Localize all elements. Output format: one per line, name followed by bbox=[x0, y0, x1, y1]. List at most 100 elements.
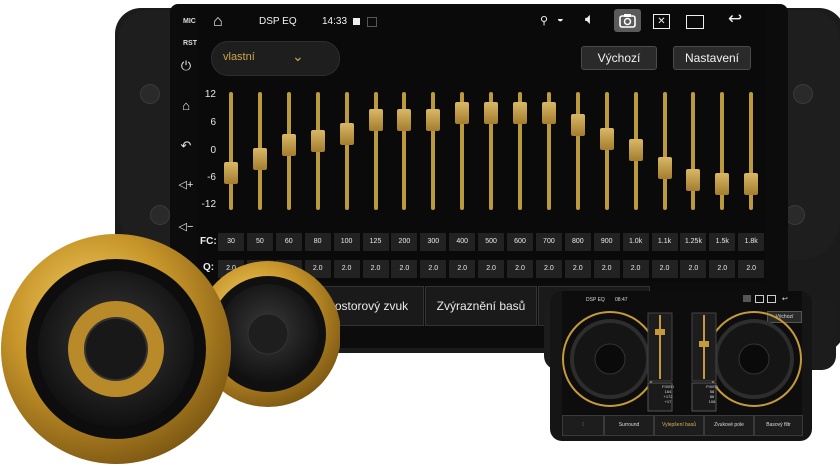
eq-slider-track[interactable] bbox=[604, 92, 609, 210]
q-cell[interactable]: 2.0 bbox=[478, 260, 505, 278]
preset-value: vlastní bbox=[223, 51, 255, 63]
eq-slider-handle[interactable] bbox=[224, 161, 238, 184]
fc-cell[interactable]: 600 bbox=[507, 233, 533, 251]
back-icon[interactable]: ↶ bbox=[175, 138, 197, 154]
q-cell[interactable]: 2.0 bbox=[680, 260, 707, 278]
speaker-large bbox=[1, 234, 231, 464]
frame-knob bbox=[150, 205, 170, 225]
fc-cell[interactable]: 400 bbox=[449, 233, 476, 251]
home-icon[interactable]: ⌂ bbox=[175, 98, 197, 113]
q-cell[interactable]: 2.0 bbox=[738, 260, 765, 278]
mini-tab-bass-filter[interactable]: Basový filtr bbox=[754, 415, 803, 436]
mini-title: DSP EQ bbox=[586, 297, 605, 303]
fc-cell[interactable]: 1.5k bbox=[709, 233, 736, 251]
fc-cell[interactable]: 800 bbox=[564, 233, 591, 251]
window-icon[interactable] bbox=[686, 15, 704, 29]
mini-device-screen: DSP EQ 08:47 ↩ Výchozí FIXED 164 +172 +17 F… bbox=[562, 291, 803, 436]
eq-slider-track[interactable] bbox=[662, 92, 667, 210]
y-tick-label: -12 bbox=[201, 199, 216, 210]
eq-slider-track[interactable] bbox=[691, 92, 696, 210]
clock: 14:33 bbox=[322, 16, 348, 27]
q-cell[interactable]: 2.0 bbox=[709, 260, 736, 278]
mini-bass-graphic bbox=[562, 311, 802, 412]
mini-right-panel: FIXED 58 86 108 bbox=[706, 384, 718, 404]
eq-slider-handle[interactable] bbox=[368, 109, 383, 132]
y-tick-label: 0 bbox=[210, 145, 216, 156]
q-cell[interactable]: 2.0 bbox=[507, 260, 533, 278]
q-cell[interactable]: 2.0 bbox=[449, 260, 476, 278]
notification-icon bbox=[367, 17, 377, 27]
fc-cell[interactable]: 900 bbox=[593, 233, 620, 251]
q-cell[interactable]: 2.0 bbox=[593, 260, 620, 278]
settings-button[interactable]: Nastavení bbox=[673, 46, 751, 70]
mic-label: MIC bbox=[183, 18, 196, 25]
rst-label: RST bbox=[183, 40, 197, 47]
power-icon[interactable]: ⏻ bbox=[175, 58, 197, 74]
window-icon bbox=[767, 295, 776, 303]
eq-slider-handle[interactable] bbox=[426, 109, 441, 132]
speakers-illustration bbox=[1, 234, 340, 464]
camera-button[interactable] bbox=[614, 9, 641, 32]
eq-slider-track[interactable] bbox=[344, 92, 349, 210]
fc-cell[interactable]: 125 bbox=[362, 233, 389, 251]
eq-slider-handle[interactable] bbox=[715, 173, 730, 196]
eq-slider-handle[interactable] bbox=[744, 173, 759, 196]
preset-dropdown[interactable]: vlastní ⌄ bbox=[211, 41, 340, 76]
mini-tab-surround[interactable]: Surround bbox=[604, 415, 654, 436]
fc-cell[interactable]: 500 bbox=[478, 233, 505, 251]
mini-tab-sound-field[interactable]: Zvukové pole bbox=[704, 415, 754, 436]
q-cell[interactable]: 2.0 bbox=[420, 260, 447, 278]
eq-slider-handle[interactable] bbox=[657, 157, 672, 180]
fc-cell[interactable]: 700 bbox=[535, 233, 562, 251]
mini-clock: 08:47 bbox=[615, 297, 628, 303]
eq-slider-handle[interactable] bbox=[281, 134, 296, 157]
eq-slider-handle[interactable] bbox=[310, 129, 325, 152]
close-window-icon[interactable]: ✕ bbox=[653, 14, 670, 29]
eq-slider-handle[interactable] bbox=[397, 109, 412, 132]
eq-slider-handle[interactable] bbox=[455, 102, 470, 125]
back-icon[interactable]: ↩ bbox=[728, 9, 742, 29]
eq-slider-handle[interactable] bbox=[252, 148, 267, 171]
frame-knob bbox=[140, 84, 160, 104]
q-cell[interactable]: 2.0 bbox=[651, 260, 678, 278]
location-icon: ⚲ bbox=[540, 15, 549, 27]
fc-cell[interactable]: 1.25k bbox=[680, 233, 707, 251]
volume-up-icon[interactable]: ◁+ bbox=[175, 178, 197, 191]
eq-slider-track[interactable] bbox=[229, 92, 233, 210]
volume-icon[interactable]: 🔈︎ bbox=[585, 11, 595, 29]
camera-icon bbox=[743, 295, 751, 302]
eq-slider-handle[interactable] bbox=[570, 113, 585, 136]
eq-slider-handle[interactable] bbox=[484, 102, 499, 125]
fc-cell[interactable]: 200 bbox=[391, 233, 418, 251]
q-cell[interactable]: 2.0 bbox=[564, 260, 591, 278]
frame-knob bbox=[785, 205, 805, 225]
y-tick-label: 12 bbox=[204, 89, 216, 100]
mini-left-panel: FIXED 164 +172 +17 bbox=[662, 384, 674, 404]
back-icon: ↩ bbox=[782, 296, 788, 303]
eq-slider-handle[interactable] bbox=[339, 122, 354, 145]
eq-slider-track[interactable] bbox=[575, 92, 580, 210]
fc-cell[interactable]: 1.8k bbox=[738, 233, 765, 251]
q-cell[interactable]: 2.0 bbox=[362, 260, 389, 278]
app-title: DSP EQ bbox=[259, 16, 297, 27]
mini-tab-bass-enhance[interactable]: Vylepšení basů bbox=[654, 415, 704, 436]
home-icon[interactable]: ⌂ bbox=[213, 13, 223, 31]
fc-cell[interactable]: 300 bbox=[420, 233, 447, 251]
fc-cell[interactable]: 1.1k bbox=[651, 233, 678, 251]
eq-slider-handle[interactable] bbox=[628, 139, 643, 161]
default-button[interactable]: Výchozí bbox=[581, 46, 657, 70]
eq-slider-handle[interactable] bbox=[541, 102, 556, 125]
frame-knob bbox=[793, 84, 813, 104]
q-cell[interactable]: 2.0 bbox=[622, 260, 649, 278]
gallery-icon bbox=[353, 18, 360, 25]
tab-bass-boost[interactable]: Zvýraznění basů bbox=[425, 286, 537, 326]
eq-slider-handle[interactable] bbox=[513, 102, 527, 125]
y-tick-label: 6 bbox=[210, 117, 216, 128]
eq-slider-handle[interactable] bbox=[686, 168, 701, 191]
q-cell[interactable]: 2.0 bbox=[535, 260, 562, 278]
fc-cell[interactable]: 1.0k bbox=[622, 233, 649, 251]
q-cell[interactable]: 2.0 bbox=[391, 260, 418, 278]
eq-slider-handle[interactable] bbox=[599, 127, 614, 150]
close-window-icon bbox=[755, 295, 764, 303]
mini-tab-icon[interactable]: ⫶ bbox=[562, 415, 604, 436]
